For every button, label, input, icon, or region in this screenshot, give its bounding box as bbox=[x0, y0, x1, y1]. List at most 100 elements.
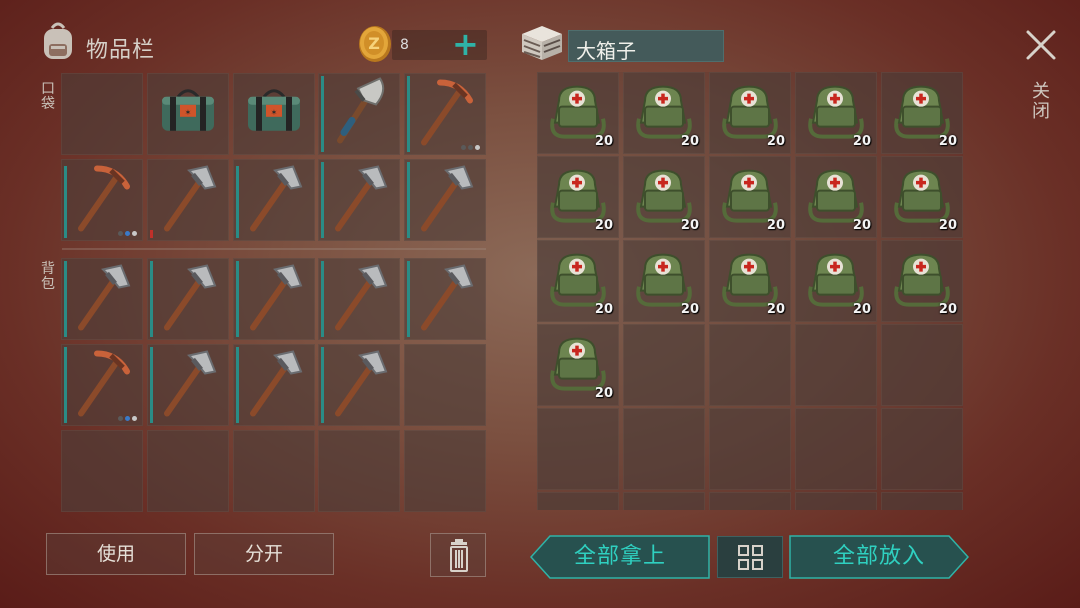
storage-box-icon bbox=[522, 26, 562, 60]
storage-slot[interactable] bbox=[623, 408, 705, 490]
storage-slot[interactable] bbox=[709, 492, 791, 510]
backpack-slot[interactable] bbox=[147, 258, 229, 340]
storage-slot[interactable]: 20 bbox=[623, 240, 705, 322]
item-quantity: 20 bbox=[938, 302, 957, 317]
backpack-slot[interactable] bbox=[318, 430, 400, 512]
backpack-slot[interactable] bbox=[61, 258, 143, 340]
pocket-slot[interactable] bbox=[404, 159, 486, 241]
storage-slot[interactable]: 20 bbox=[623, 72, 705, 154]
pocket-slot[interactable] bbox=[61, 73, 143, 155]
storage-slot[interactable]: 20 bbox=[709, 156, 791, 238]
item-quantity: 20 bbox=[766, 302, 785, 317]
pocket-slot[interactable] bbox=[404, 73, 486, 155]
explosive-pack-icon: ✶ bbox=[156, 83, 220, 143]
item-quantity: 20 bbox=[680, 134, 699, 149]
put-all-label: 全部放入 bbox=[832, 544, 925, 569]
storage-slot[interactable]: 20 bbox=[881, 156, 963, 238]
pocket-slot[interactable]: ✶ bbox=[147, 73, 229, 155]
item-quantity: 20 bbox=[594, 302, 613, 317]
iron-pickaxe-icon bbox=[410, 259, 480, 335]
iron-pickaxe-icon bbox=[153, 345, 223, 421]
pocket-slot[interactable]: ✶ bbox=[233, 73, 315, 155]
item-quantity: 20 bbox=[594, 134, 613, 149]
storage-slot[interactable] bbox=[881, 492, 963, 510]
backpack-slot[interactable] bbox=[404, 430, 486, 512]
storage-slot[interactable]: 20 bbox=[623, 156, 705, 238]
backpack-slot[interactable] bbox=[61, 344, 143, 426]
svg-text:✶: ✶ bbox=[185, 108, 192, 117]
delete-button[interactable] bbox=[430, 533, 486, 577]
grid-icon bbox=[738, 545, 763, 570]
durability-bar bbox=[407, 261, 410, 337]
backpack-slot[interactable] bbox=[147, 344, 229, 426]
iron-pickaxe-icon bbox=[324, 345, 394, 421]
iron-pickaxe-icon bbox=[324, 160, 394, 236]
pocket-slot[interactable] bbox=[318, 73, 400, 155]
storage-slot[interactable]: 20 bbox=[537, 240, 619, 322]
storage-slot[interactable]: 20 bbox=[537, 72, 619, 154]
storage-slot[interactable] bbox=[537, 408, 619, 490]
durability-bar bbox=[321, 162, 324, 238]
copper-pickaxe-icon bbox=[67, 160, 137, 236]
storage-slot[interactable] bbox=[881, 408, 963, 490]
backpack-slot[interactable] bbox=[404, 258, 486, 340]
backpack-slot[interactable] bbox=[233, 344, 315, 426]
storage-title: 大箱子 bbox=[576, 39, 636, 63]
backpack-slot[interactable] bbox=[318, 258, 400, 340]
item-quantity: 20 bbox=[938, 134, 957, 149]
storage-slot[interactable]: 20 bbox=[709, 240, 791, 322]
storage-slot[interactable]: 20 bbox=[795, 72, 877, 154]
take-all-button[interactable]: 全部拿上 bbox=[529, 535, 710, 579]
pocket-slot[interactable] bbox=[147, 159, 229, 241]
put-all-button[interactable]: 全部放入 bbox=[789, 535, 970, 579]
iron-pickaxe-icon bbox=[324, 259, 394, 335]
storage-slot[interactable]: 20 bbox=[795, 156, 877, 238]
backpack-slot[interactable] bbox=[61, 430, 143, 512]
iron-pickaxe-icon bbox=[239, 345, 309, 421]
storage-grid: 20 20 20 20 20 20 20 20 20 20 20 20 20 2… bbox=[537, 72, 963, 510]
storage-slot[interactable]: 20 bbox=[881, 240, 963, 322]
pocket-slot[interactable] bbox=[61, 159, 143, 241]
pocket-slot[interactable] bbox=[318, 159, 400, 241]
backpack-slot[interactable] bbox=[233, 430, 315, 512]
durability-bar bbox=[150, 261, 153, 337]
iron-pickaxe-icon bbox=[153, 160, 223, 236]
backpack-slot[interactable] bbox=[318, 344, 400, 426]
backpack-slot[interactable] bbox=[147, 430, 229, 512]
iron-pickaxe-icon bbox=[153, 259, 223, 335]
backpack-label: 背包 bbox=[41, 261, 55, 292]
storage-slot[interactable]: 20 bbox=[795, 240, 877, 322]
close-label[interactable]: 关闭 bbox=[1032, 82, 1052, 122]
use-button[interactable]: 使用 bbox=[46, 533, 186, 575]
sort-button[interactable] bbox=[717, 536, 783, 578]
storage-slot[interactable]: 20 bbox=[709, 72, 791, 154]
add-coins-button[interactable]: + bbox=[452, 26, 479, 62]
storage-slot[interactable]: 20 bbox=[537, 156, 619, 238]
storage-slot[interactable] bbox=[795, 492, 877, 510]
inventory-title: 物品栏 bbox=[86, 38, 156, 63]
storage-slot[interactable] bbox=[623, 492, 705, 510]
durability-bar bbox=[64, 261, 67, 337]
trash-icon bbox=[450, 539, 468, 572]
split-button[interactable]: 分开 bbox=[194, 533, 334, 575]
storage-slot[interactable] bbox=[795, 324, 877, 406]
upgrade-dots bbox=[118, 231, 137, 236]
item-quantity: 20 bbox=[680, 218, 699, 233]
backpack-slot[interactable] bbox=[233, 258, 315, 340]
close-icon[interactable] bbox=[1022, 26, 1060, 64]
upgrade-dots bbox=[461, 145, 480, 150]
storage-slot[interactable]: 20 bbox=[881, 72, 963, 154]
storage-slot[interactable]: 20 bbox=[537, 324, 619, 406]
backpack-slot[interactable] bbox=[404, 344, 486, 426]
storage-slot[interactable] bbox=[623, 324, 705, 406]
section-divider bbox=[62, 248, 486, 250]
take-all-label: 全部拿上 bbox=[573, 544, 666, 569]
pocket-slot[interactable] bbox=[233, 159, 315, 241]
item-quantity: 20 bbox=[852, 134, 871, 149]
storage-slot[interactable] bbox=[537, 492, 619, 510]
storage-slot[interactable] bbox=[709, 324, 791, 406]
storage-slot[interactable] bbox=[881, 324, 963, 406]
durability-bar bbox=[407, 162, 410, 238]
storage-slot[interactable] bbox=[709, 408, 791, 490]
storage-slot[interactable] bbox=[795, 408, 877, 490]
